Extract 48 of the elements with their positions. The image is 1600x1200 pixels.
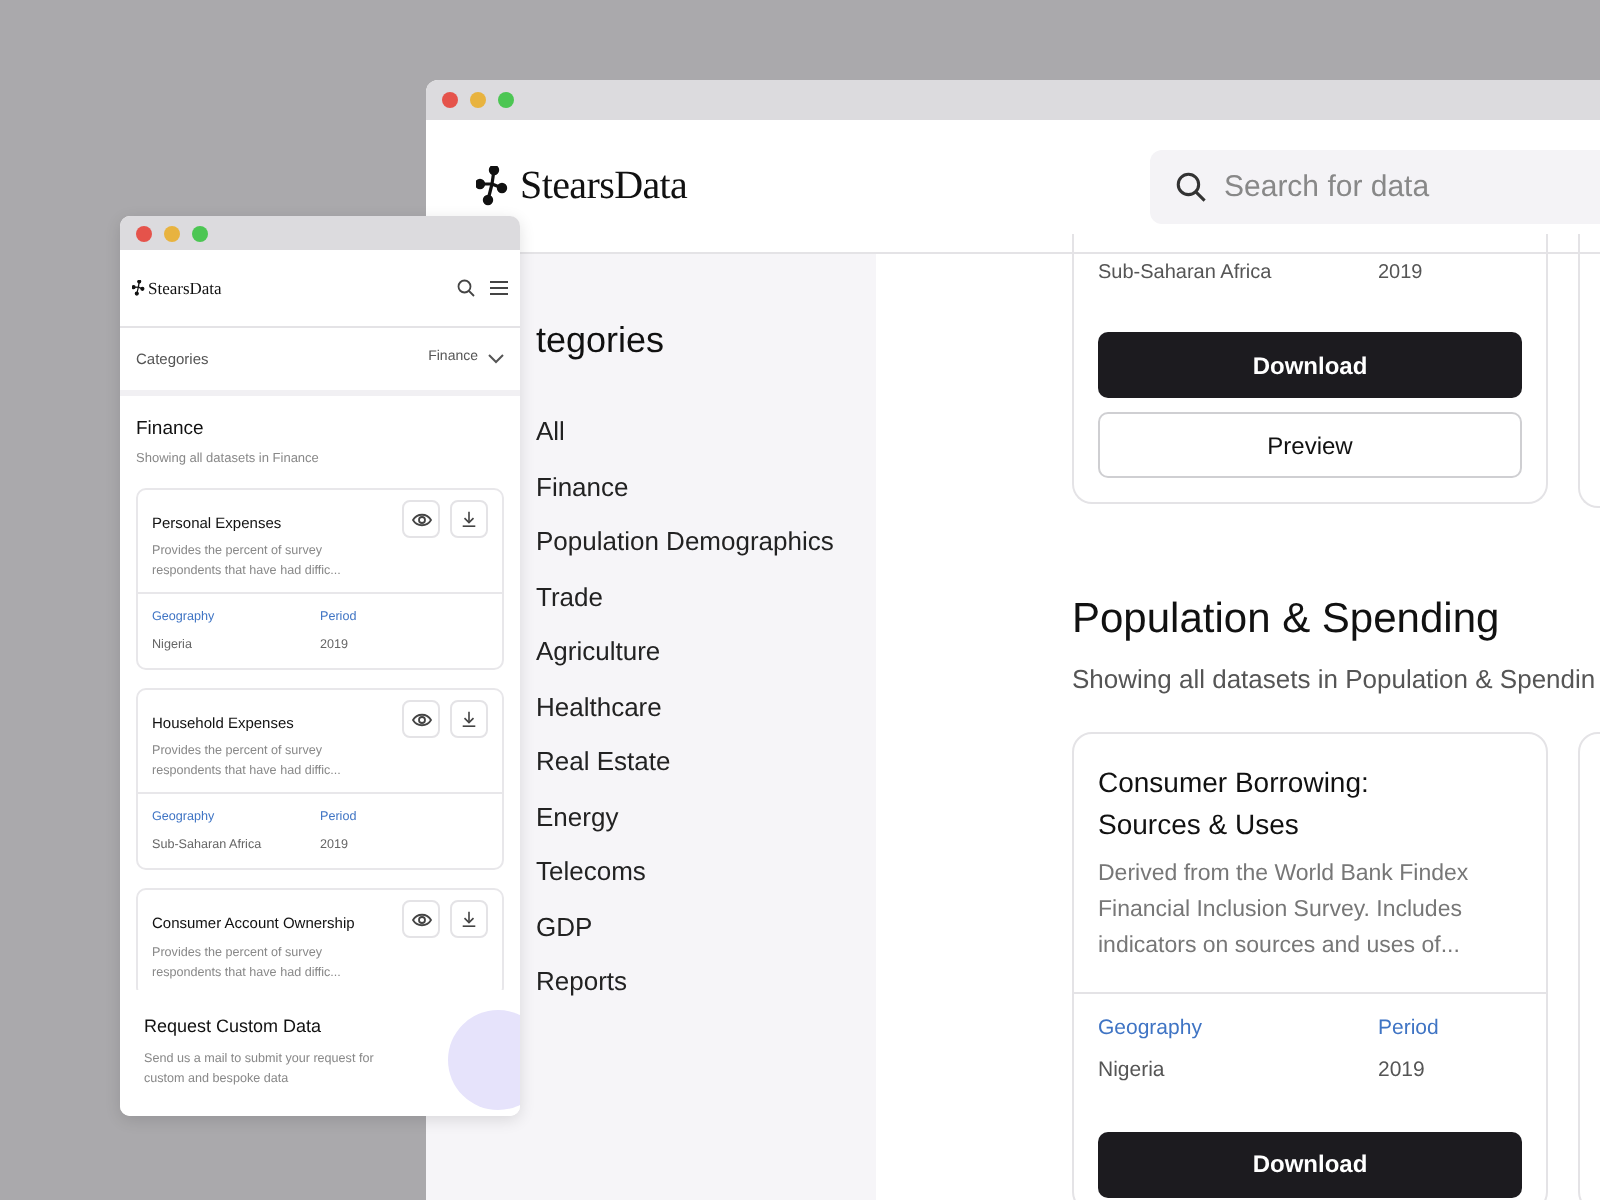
logo-text[interactable]: StearsData — [520, 156, 688, 216]
category-link[interactable]: Healthcare — [536, 679, 876, 734]
geography-value: Sub-Saharan Africa — [1098, 260, 1274, 288]
eye-icon — [411, 909, 431, 930]
category-link[interactable]: Finance — [536, 459, 876, 514]
card-title[interactable]: Consumer Borrowing: Sources & Uses — [1098, 762, 1418, 846]
category-link[interactable]: GDP — [536, 899, 876, 954]
category-link[interactable]: Trade — [536, 569, 876, 624]
section-subtitle: Showing all datasets in Population & Spendin — [1072, 661, 1598, 698]
download-button[interactable]: Download — [1098, 332, 1522, 398]
eye-icon — [411, 509, 431, 529]
search-icon — [456, 278, 476, 298]
download-button[interactable] — [450, 900, 488, 939]
menu-icon[interactable] — [490, 280, 508, 296]
preview-button[interactable] — [402, 900, 440, 939]
preview-button[interactable]: Preview — [1098, 412, 1522, 478]
category-link[interactable]: All — [536, 404, 876, 459]
search-field[interactable]: Search for data — [1150, 149, 1600, 223]
category-link[interactable]: Agriculture — [536, 624, 876, 679]
category-link[interactable]: Reports — [536, 954, 876, 1009]
sidebar-title: tegories — [536, 318, 667, 364]
geography-label: Geography — [1098, 1014, 1204, 1044]
download-button[interactable] — [450, 700, 488, 739]
category-link[interactable]: Population Demographics — [536, 514, 876, 569]
section-title: Population & Spending — [1072, 594, 1502, 646]
download-button[interactable]: Download — [1098, 1131, 1522, 1197]
preview-button[interactable] — [402, 700, 440, 739]
geography-value: Nigeria — [1098, 1055, 1167, 1086]
download-icon — [460, 510, 478, 528]
gradient-blob — [448, 1010, 520, 1110]
request-title[interactable]: Request Custom Data — [144, 1014, 496, 1041]
preview-button[interactable] — [402, 500, 440, 538]
download-button[interactable] — [450, 500, 488, 538]
search-icon — [1174, 169, 1208, 203]
period-label: Period — [1378, 1014, 1439, 1044]
eye-icon — [411, 709, 431, 730]
card-description: Derived from the World Bank Findex Financial Inclusion Survey. Includes indicators on sources and uses of... — [1098, 860, 1471, 962]
period-value: 2019 — [1378, 260, 1423, 288]
section-title: Finance — [136, 416, 206, 444]
category-link[interactable]: Energy — [536, 789, 876, 844]
category-link[interactable]: Real Estate — [536, 734, 876, 789]
download-icon — [460, 910, 478, 929]
logo-text[interactable]: StearsData — [148, 275, 222, 301]
period-value: 2019 — [1378, 1055, 1427, 1086]
download-icon — [460, 710, 478, 729]
category-link[interactable]: Telecoms — [536, 844, 876, 899]
chevron-down-icon — [488, 354, 504, 364]
logo-icon — [132, 280, 148, 296]
